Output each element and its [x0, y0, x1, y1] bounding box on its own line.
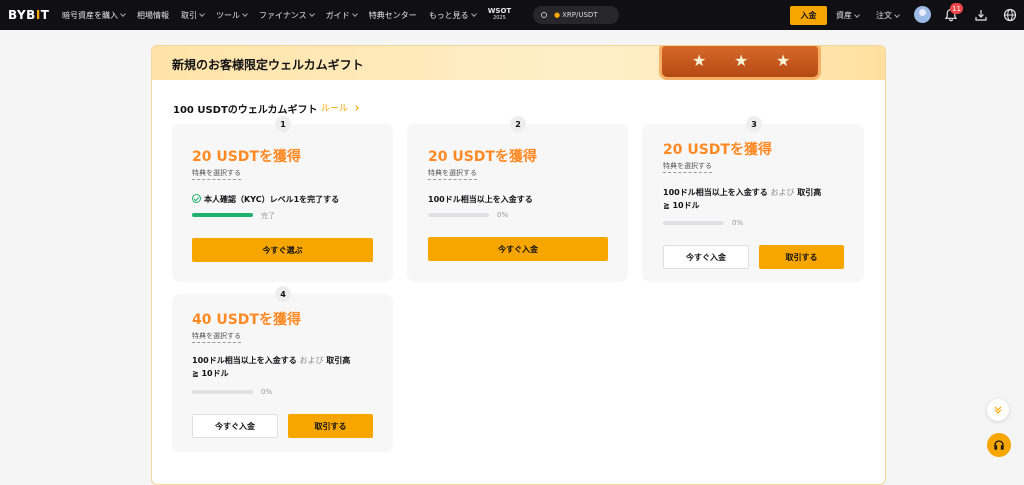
- progress-bar: [192, 390, 253, 394]
- customer-support-button[interactable]: [987, 433, 1011, 457]
- task-description: 100ドル相当以上を入金する: [428, 195, 533, 204]
- check-circle-icon: [192, 194, 201, 203]
- progress-label: 0%: [497, 211, 509, 219]
- bybit-logo[interactable]: BYBIT: [8, 8, 49, 22]
- step-number-2: 2: [510, 116, 526, 132]
- select-reward-link[interactable]: 特典を選択する: [192, 168, 241, 180]
- progress-bar: [663, 221, 724, 225]
- logo-text-left: BYB: [8, 8, 36, 22]
- search-value: XRP/USDT: [562, 11, 598, 19]
- wsot-2025-banner[interactable]: WSOT 2025: [488, 8, 512, 22]
- task-condition-volume: 取引高: [797, 188, 822, 197]
- orders-menu[interactable]: 注文: [876, 10, 900, 21]
- nav-buy-crypto[interactable]: 暗号資産を購入: [62, 10, 126, 21]
- deposit-button[interactable]: 入金: [790, 6, 827, 25]
- deposit-now-button[interactable]: 今すぐ入金: [663, 245, 749, 269]
- task-description-text: 本人確認（KYC）レベル1を完了する: [204, 195, 340, 204]
- deposit-now-button[interactable]: 今すぐ入金: [192, 414, 278, 438]
- nav-trade[interactable]: 取引: [181, 10, 205, 21]
- rules-link[interactable]: ルール: [321, 101, 359, 114]
- task-condition-and: および: [299, 356, 324, 365]
- assets-label: 資産: [836, 11, 852, 20]
- card-title: 新規のお客様限定ウェルカムギフト: [172, 58, 364, 72]
- deposit-now-button[interactable]: 今すぐ入金: [428, 237, 608, 261]
- chevron-down-icon: [351, 11, 358, 17]
- search-icon: [541, 12, 547, 18]
- nav-tools[interactable]: ツール: [216, 10, 248, 21]
- search-input[interactable]: ● XRP/USDT: [533, 6, 619, 24]
- nav-label: ガイド: [325, 10, 350, 20]
- nav-label: もっと見る: [428, 10, 469, 20]
- step-number-1: 1: [275, 116, 291, 132]
- task-reward: 20 USDTを獲得: [428, 149, 537, 165]
- step-number-3: 3: [746, 116, 762, 132]
- rules-label: ルール: [321, 104, 349, 114]
- chevron-down-icon: [120, 11, 126, 17]
- star-icon: ★: [776, 51, 791, 70]
- choose-now-button[interactable]: 今すぐ選ぶ: [192, 238, 373, 262]
- chevron-down-icon: [854, 11, 860, 18]
- headset-icon: [994, 440, 1004, 450]
- main-nav: 暗号資産を購入 相場情報 取引 ツール ファイナンス ガイド 特典センター もっ…: [62, 0, 523, 30]
- scroll-down-button[interactable]: [987, 399, 1009, 421]
- chevron-right-icon: [353, 104, 359, 111]
- nav-finance[interactable]: ファイナンス: [259, 10, 315, 21]
- avatar[interactable]: [914, 6, 931, 23]
- assets-menu[interactable]: 資産: [836, 10, 860, 21]
- nav-label: 特典センター: [368, 10, 417, 20]
- progress-label: 0%: [732, 219, 744, 227]
- progress-bar: [192, 213, 253, 217]
- progress-label: 完了: [261, 212, 275, 220]
- nav-label: ファイナンス: [259, 10, 307, 20]
- download-icon[interactable]: [974, 8, 988, 22]
- nav-guide[interactable]: ガイド: [325, 10, 358, 21]
- chevron-down-icon: [199, 11, 205, 17]
- task-condition-threshold: ≧ 10ドル: [192, 369, 229, 378]
- star-icon: ★: [734, 51, 749, 70]
- select-reward-link[interactable]: 特典を選択する: [663, 161, 712, 173]
- nav-label: 相場情報: [137, 10, 169, 20]
- task-reward: 20 USDTを獲得: [192, 149, 301, 165]
- task-reward: 40 USDTを獲得: [192, 312, 301, 328]
- chevron-down-icon: [894, 11, 900, 18]
- nav-label: 取引: [181, 10, 197, 20]
- task-description: 100ドル相当以上を入金する および 取引高 ≧ 10ドル: [663, 186, 853, 212]
- nav-markets[interactable]: 相場情報: [137, 10, 169, 21]
- chevron-down-icon: [242, 11, 248, 17]
- gift-box-illustration: ★ ★ ★: [659, 46, 821, 80]
- task-condition-deposit: 100ドル相当以上を入金する: [192, 356, 297, 365]
- star-icon: ★: [692, 51, 707, 70]
- wsot-year: 2025: [493, 15, 506, 21]
- nav-rewards-center[interactable]: 特典センター: [369, 10, 417, 21]
- task-reward: 20 USDTを獲得: [663, 142, 772, 158]
- task-description: 100ドル相当以上を入金する および 取引高 ≧ 10ドル: [192, 354, 382, 380]
- wsot-title: WSOT: [487, 7, 512, 15]
- progress-label: 0%: [261, 388, 273, 396]
- chevron-down-icon: [308, 11, 315, 17]
- chevron-down-icon: [470, 11, 477, 17]
- step-number-4: 4: [275, 286, 291, 302]
- task-description: 本人確認（KYC）レベル1を完了する: [192, 193, 339, 206]
- trade-button[interactable]: 取引する: [288, 414, 373, 438]
- task-condition-threshold: ≧ 10ドル: [663, 201, 700, 210]
- task-condition-volume: 取引高: [326, 356, 351, 365]
- progress-fill: [192, 213, 253, 217]
- double-chevron-down-icon: [994, 406, 1002, 414]
- nav-label: ツール: [216, 10, 240, 20]
- progress-bar: [428, 213, 489, 217]
- notification-count-badge: 11: [950, 3, 963, 14]
- orders-label: 注文: [876, 11, 892, 20]
- globe-icon[interactable]: [1003, 8, 1017, 22]
- section-title: 100 USDTのウェルカムギフト: [173, 105, 318, 116]
- flame-icon: ●: [554, 11, 561, 19]
- select-reward-link[interactable]: 特典を選択する: [192, 331, 241, 343]
- task-condition-and: および: [770, 188, 795, 197]
- select-reward-link[interactable]: 特典を選択する: [428, 168, 477, 180]
- trade-button[interactable]: 取引する: [759, 245, 844, 269]
- nav-more[interactable]: もっと見る: [428, 10, 477, 21]
- nav-label: 暗号資産を購入: [62, 10, 118, 20]
- top-navigation-bar: BYBIT 暗号資産を購入 相場情報 取引 ツール ファイナンス ガイド 特典セ…: [0, 0, 1024, 30]
- logo-text-right: T: [40, 8, 50, 22]
- task-condition-deposit: 100ドル相当以上を入金する: [663, 188, 768, 197]
